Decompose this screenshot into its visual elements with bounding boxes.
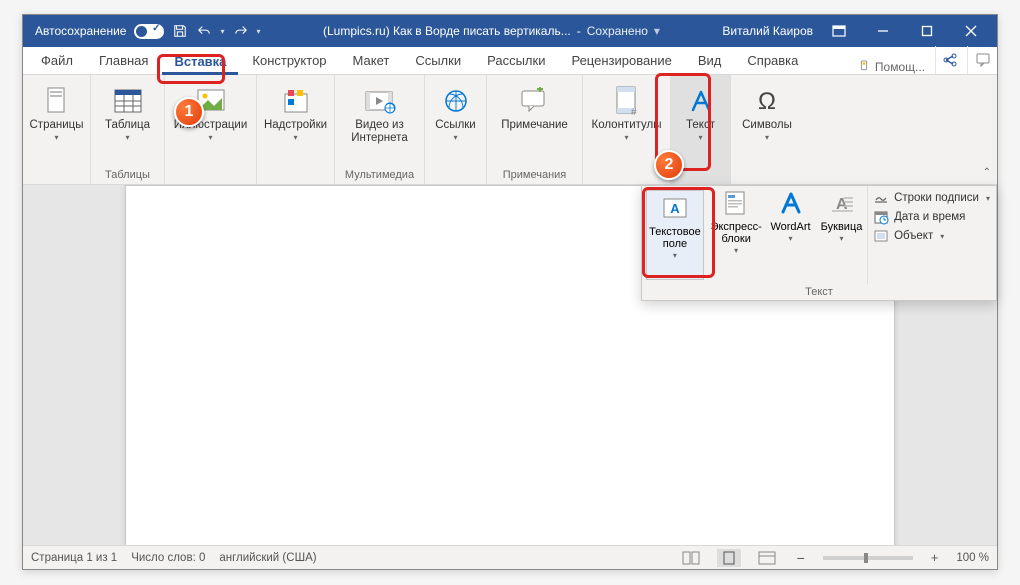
tab-design[interactable]: Конструктор (240, 48, 338, 74)
tab-review[interactable]: Рецензирование (559, 48, 683, 74)
document-saved-status: Сохранено (587, 24, 648, 38)
document-title: (Lumpics.ru) Как в Ворде писать вертикал… (323, 24, 571, 38)
zoom-out[interactable]: − (793, 550, 809, 566)
chevron-down-icon: ▾ (765, 134, 769, 142)
collapse-ribbon-icon[interactable]: ⌃ (983, 167, 991, 178)
links-button[interactable]: Ссылки ▾ (428, 79, 483, 145)
headers-footers-button[interactable]: # Колонтитулы ▾ (585, 79, 669, 145)
online-video-button[interactable]: Видео из Интернета (339, 79, 420, 148)
object-button[interactable]: Объект▾ (873, 228, 990, 244)
close-button[interactable] (953, 15, 989, 47)
comment-button[interactable]: Примечание (494, 79, 575, 135)
tell-me-search[interactable]: Помощ... (857, 60, 933, 74)
table-button[interactable]: Таблица ▾ (98, 79, 157, 145)
status-language[interactable]: английский (США) (219, 552, 316, 564)
zoom-slider[interactable] (823, 556, 913, 560)
autosave-label: Автосохранение (35, 24, 126, 38)
chevron-down-icon: ▾ (624, 134, 628, 142)
view-read-mode[interactable] (679, 549, 703, 567)
text-button[interactable]: Текст ▾ (675, 79, 727, 145)
quick-parts-button[interactable]: Экспресс-блоки ▾ (708, 186, 765, 284)
zoom-level[interactable]: 100 % (956, 552, 989, 564)
save-icon[interactable] (172, 23, 188, 39)
group-comments: Примечания (491, 167, 578, 182)
autosave-toggle[interactable]: ✓ (134, 24, 164, 39)
undo-icon[interactable] (196, 23, 212, 39)
symbols-button[interactable]: Ω Символы ▾ (735, 79, 799, 145)
status-bar: Страница 1 из 1 Число слов: 0 английский… (23, 545, 997, 569)
tab-help[interactable]: Справка (735, 48, 810, 74)
addins-button[interactable]: Надстройки ▾ (257, 79, 334, 145)
text-flyout: A Текстовое поле ▾ Экспресс-блоки ▾ Word… (641, 185, 997, 301)
chevron-down-icon: ▾ (54, 134, 58, 142)
tab-home[interactable]: Главная (87, 48, 160, 74)
user-name: Виталий Каиров (722, 24, 813, 38)
svg-text:Ω: Ω (758, 88, 776, 115)
redo-icon[interactable] (233, 23, 249, 39)
tab-file[interactable]: Файл (29, 48, 85, 74)
drop-cap-button[interactable]: A Буквица ▾ (817, 186, 867, 284)
group-tables: Таблицы (95, 167, 160, 182)
view-web-layout[interactable] (755, 549, 779, 567)
status-page[interactable]: Страница 1 из 1 (31, 552, 117, 564)
ribbon-options-button[interactable] (821, 15, 857, 47)
illustrations-button[interactable]: Иллюстрации ▾ (167, 79, 255, 145)
tab-references[interactable]: Ссылки (403, 48, 473, 74)
tab-layout[interactable]: Макет (341, 48, 402, 74)
title-bar: Автосохранение ✓ ▾ ▾ (Lumpics.ru) Как в … (23, 15, 997, 47)
maximize-button[interactable] (909, 15, 945, 47)
group-media: Мультимедиа (339, 167, 420, 182)
status-wordcount[interactable]: Число слов: 0 (131, 552, 205, 564)
share-button[interactable] (935, 46, 965, 74)
undo-dropdown[interactable]: ▾ (220, 27, 224, 36)
chevron-down-icon: ▾ (453, 134, 457, 142)
tab-insert[interactable]: Вставка (162, 49, 238, 75)
pages-button[interactable]: Страницы ▾ (23, 79, 91, 145)
text-box-button[interactable]: A Текстовое поле ▾ (646, 190, 704, 280)
tab-mailings[interactable]: Рассылки (475, 48, 557, 74)
svg-text:#: # (631, 107, 637, 117)
date-time-button[interactable]: Дата и время (873, 209, 990, 225)
chevron-down-icon: ▾ (208, 134, 212, 142)
svg-text:A: A (670, 201, 680, 216)
zoom-in[interactable]: + (927, 550, 943, 565)
ribbon-tabs: Файл Главная Вставка Конструктор Макет С… (23, 47, 997, 75)
comments-pane-button[interactable] (967, 46, 997, 74)
wordart-button[interactable]: WordArt ▾ (765, 186, 817, 284)
signature-line-button[interactable]: Строки подписи▾ (873, 190, 990, 206)
tab-view[interactable]: Вид (686, 48, 734, 74)
word-window: Автосохранение ✓ ▾ ▾ (Lumpics.ru) Как в … (22, 14, 998, 570)
qat-customize-icon[interactable]: ▾ (257, 27, 261, 36)
flyout-group-text: Текст (642, 284, 996, 300)
chevron-down-icon: ▾ (125, 134, 129, 142)
view-print-layout[interactable] (717, 549, 741, 567)
chevron-down-icon: ▾ (294, 134, 298, 142)
minimize-button[interactable] (865, 15, 901, 47)
chevron-down-icon: ▾ (698, 134, 702, 142)
ribbon-insert: Страницы ▾ Таблица ▾ Таблицы Иллюстрации (23, 75, 997, 185)
